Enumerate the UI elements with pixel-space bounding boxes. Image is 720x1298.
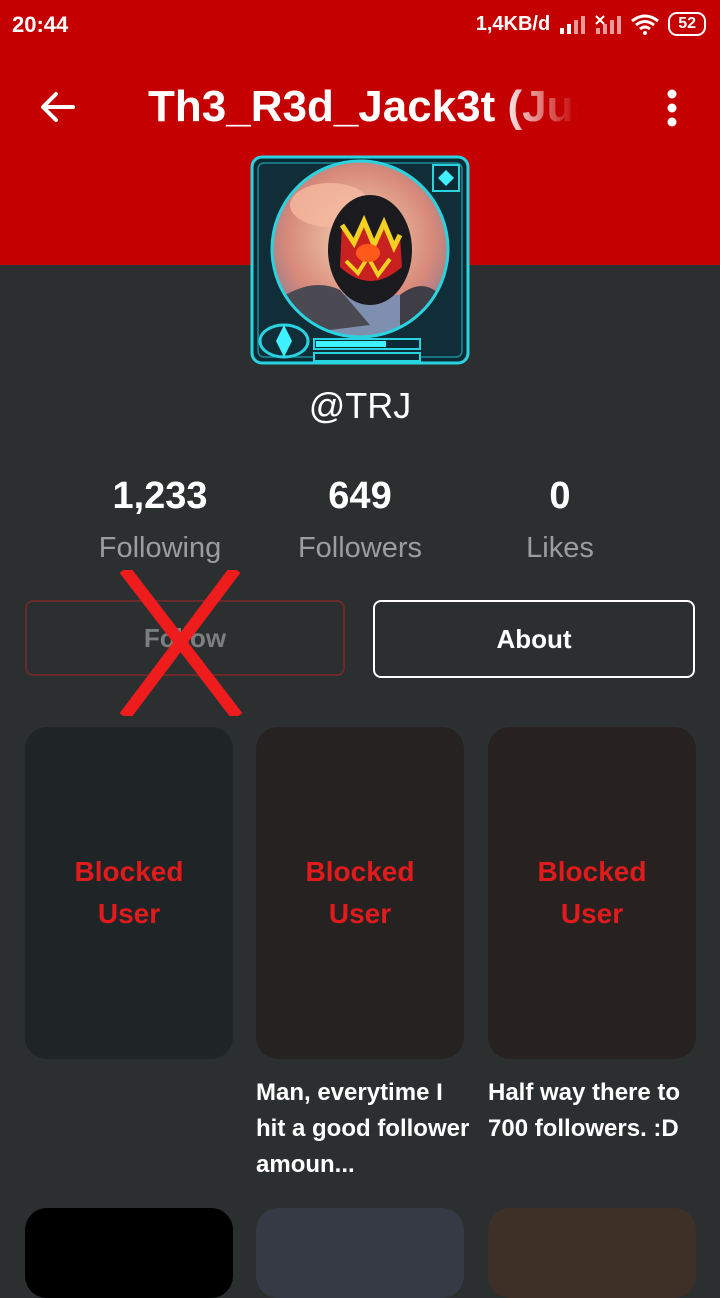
back-button[interactable] [32, 82, 82, 132]
video-caption: Half way there to 700 followers. :D [488, 1079, 681, 1142]
video-thumbnail[interactable]: Blocked User [25, 727, 233, 1059]
followers-count: 649 [328, 475, 392, 517]
video-thumbnail[interactable]: Blocked User [256, 727, 464, 1059]
status-bar: 20:44 1,4KB/d 52 [0, 0, 720, 52]
signal-icon [560, 16, 586, 34]
more-vertical-icon [667, 89, 677, 127]
video-thumbnail[interactable] [256, 1208, 464, 1298]
video-thumbnail[interactable] [25, 1208, 233, 1298]
more-options-button[interactable] [650, 82, 694, 134]
arrow-left-icon [41, 92, 75, 122]
profile-avatar[interactable] [250, 155, 470, 365]
signal-no-service-icon [595, 15, 622, 34]
following-count: 1,233 [112, 475, 208, 517]
stat-following[interactable]: 1,233 Following [60, 475, 260, 565]
battery-indicator: 52 [668, 12, 706, 36]
status-time: 20:44 [12, 12, 69, 37]
about-button[interactable]: About [373, 600, 695, 678]
profile-handle: @TRJ [308, 385, 412, 426]
likes-count: 0 [549, 475, 571, 517]
video-caption: Man, everytime I hit a good follower amo… [256, 1079, 470, 1178]
blocked-user-label: Blocked User [74, 856, 184, 929]
app-toolbar: Th3_R3d_Jack3t (Jus [0, 60, 720, 156]
wifi-icon [631, 14, 660, 35]
stat-followers[interactable]: 649 Followers [260, 475, 460, 565]
following-label: Following [98, 532, 222, 564]
stat-likes[interactable]: 0 Likes [460, 475, 660, 565]
red-cross-mark [120, 570, 242, 716]
video-thumbnail[interactable]: Blocked User [488, 727, 696, 1059]
status-icons: 1,4KB/d 52 [476, 12, 706, 36]
video-thumbnail[interactable] [488, 1208, 696, 1298]
blocked-user-label: Blocked User [305, 856, 415, 929]
page-title: Th3_R3d_Jack3t (Jus [148, 82, 578, 131]
likes-label: Likes [526, 532, 594, 564]
blocked-user-label: Blocked User [537, 856, 647, 929]
network-speed: 1,4KB/d [475, 12, 551, 35]
followers-label: Followers [297, 532, 423, 564]
